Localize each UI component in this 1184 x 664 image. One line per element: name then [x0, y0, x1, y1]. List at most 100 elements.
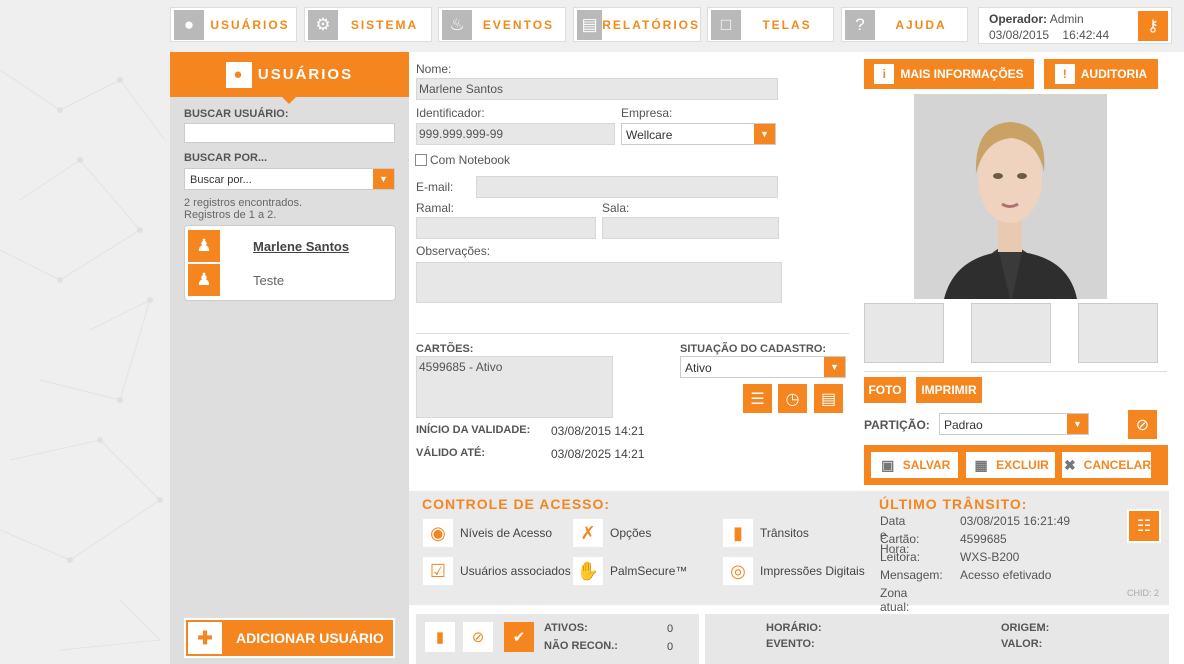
partition-value: Padrao	[944, 418, 983, 432]
nav-label: RELATÓRIOS	[602, 17, 700, 32]
ramal-field[interactable]	[416, 217, 596, 239]
partition-label: PARTIÇÃO:	[864, 418, 930, 432]
nav-eventos[interactable]: ♨ EVENTOS	[438, 7, 566, 42]
fingerprints-link[interactable]: ◎ Impressões Digitais	[723, 557, 865, 585]
more-info-label: MAIS INFORMAÇÕES	[900, 67, 1024, 81]
action-bar: ▣ SALVAR ▦ EXCLUIR ✖ CANCELAR	[864, 445, 1168, 485]
monitor-icon: □	[711, 9, 741, 40]
nav-sistema[interactable]: ⚙ SISTEMA	[304, 7, 432, 42]
audit-label: AUDITORIA	[1080, 67, 1148, 81]
hand-icon: ✋	[573, 557, 603, 585]
card-icon[interactable]: ☰	[741, 382, 774, 415]
chevron-down-icon[interactable]: ▼	[754, 124, 775, 144]
operator-time: 16:42:44	[1062, 28, 1110, 42]
searchby-label: BUSCAR POR...	[184, 152, 268, 164]
id-field[interactable]: 999.999.999-99	[416, 123, 615, 145]
sala-label: Sala:	[602, 201, 630, 215]
person-icon: ♟	[188, 230, 220, 262]
portrait-image	[914, 94, 1107, 299]
options-icon: ✗	[573, 519, 603, 547]
status-select[interactable]: Ativo ▼	[680, 356, 846, 378]
chevron-down-icon[interactable]: ▼	[1067, 414, 1088, 434]
access-item-label: PalmSecure™	[610, 564, 688, 578]
nav-usuarios[interactable]: ● USUÁRIOS	[170, 7, 297, 42]
sidebar-title: USUÁRIOS	[257, 66, 354, 83]
thumbnail-1[interactable]	[864, 303, 944, 363]
user-name[interactable]: Marlene Santos	[253, 239, 349, 254]
partition-select[interactable]: Padrao ▼	[939, 413, 1089, 435]
cancel-button[interactable]: ✖ CANCELAR	[1062, 452, 1151, 478]
speaker-check-icon[interactable]: ✔	[504, 622, 534, 652]
user-photo	[914, 94, 1107, 299]
search-label: BUSCAR USUÁRIO:	[184, 108, 289, 120]
event-label: EVENTO:	[766, 638, 815, 650]
options-link[interactable]: ✗ Opções	[573, 519, 651, 547]
photo-button[interactable]: FOTO	[864, 377, 906, 403]
chevron-down-icon[interactable]: ▼	[824, 357, 845, 377]
email-field[interactable]	[476, 176, 778, 198]
access-levels-link[interactable]: ◉ Níveis de Acesso	[423, 519, 552, 547]
nav-relatorios[interactable]: ▤ RELATÓRIOS	[573, 7, 701, 42]
unrec-value: 0	[667, 641, 674, 653]
header-notch	[282, 97, 296, 104]
operator-box: Operador: Admin 03/08/2015 16:42:44 ⚷	[978, 7, 1172, 44]
info-person-icon: i	[874, 64, 895, 84]
palmsecure-link[interactable]: ✋ PalmSecure™	[573, 557, 687, 585]
card-list-icon[interactable]: ▤	[812, 382, 845, 415]
close-icon: ✖	[1063, 456, 1076, 473]
access-item-label: Trânsitos	[760, 526, 809, 540]
user-name[interactable]: Teste	[253, 273, 284, 288]
key-icon[interactable]: ⚷	[1138, 11, 1168, 41]
associated-users-link[interactable]: ☑ Usuários associados	[423, 557, 571, 585]
bell-icon: ♨	[442, 9, 472, 40]
divider	[864, 371, 1167, 372]
id-label: Identificador:	[416, 106, 485, 120]
card-reader-icon[interactable]: ☷	[1127, 509, 1161, 543]
nav-ajuda[interactable]: ? AJUDA	[841, 7, 968, 42]
cards-list[interactable]: 4599685 - Ativo	[416, 356, 613, 418]
status-value: Ativo	[685, 361, 712, 375]
obs-field[interactable]	[416, 262, 782, 303]
chevron-down-icon[interactable]: ▼	[373, 169, 394, 189]
speaker-off-icon[interactable]: ⊘	[463, 622, 493, 652]
add-user-button[interactable]: ✚ ADICIONAR USUÁRIO	[184, 618, 395, 658]
delete-button[interactable]: ▦ EXCLUIR	[966, 452, 1055, 478]
user-block-icon[interactable]: ⊘	[1126, 408, 1159, 441]
last-transit-title: ÚLTIMO TRÂNSITO:	[879, 496, 1028, 512]
search-input[interactable]	[184, 123, 395, 143]
list-item[interactable]: ♟ Marlene Santos	[187, 229, 395, 263]
transits-link[interactable]: ▮ Trânsitos	[723, 519, 809, 547]
end-label: VÁLIDO ATÉ:	[416, 447, 486, 459]
audit-button[interactable]: ! AUDITORIA	[1044, 59, 1158, 89]
gear-icon: ⚙	[308, 9, 338, 40]
user-icon: ●	[225, 61, 252, 88]
calendar-clock-icon[interactable]: ◷	[776, 382, 809, 415]
more-info-button[interactable]: i MAIS INFORMAÇÕES	[864, 59, 1034, 89]
user-list: ♟ Marlene Santos ♟ Teste	[184, 225, 396, 301]
thumbnail-2[interactable]	[971, 303, 1051, 363]
result-range: Registros de 1 a 2.	[184, 209, 277, 221]
notebook-checkbox[interactable]	[415, 154, 427, 166]
unrec-label: NÃO RECON.:	[544, 640, 618, 652]
list-item[interactable]: ♟ Teste	[187, 263, 395, 297]
divider	[416, 333, 849, 334]
name-label: Nome:	[416, 62, 452, 76]
name-field[interactable]: Marlene Santos	[416, 78, 778, 100]
time-label: HORÁRIO:	[766, 622, 822, 634]
delete-label: EXCLUIR	[996, 458, 1049, 472]
searchby-select[interactable]: Buscar por... ▼	[184, 168, 395, 190]
save-button[interactable]: ▣ SALVAR	[871, 452, 958, 478]
speaker-icon[interactable]: ▮	[425, 622, 455, 652]
print-button[interactable]: IMPRIMIR	[916, 377, 982, 403]
operator-date: 03/08/2015	[989, 28, 1050, 42]
origin-label: ORIGEM:	[1001, 622, 1050, 634]
thumbnail-3[interactable]	[1078, 303, 1158, 363]
nav-label: USUÁRIOS	[210, 17, 290, 32]
associated-users-icon: ☑	[423, 557, 453, 585]
start-label: INÍCIO DA VALIDADE:	[416, 424, 531, 436]
result-count: 2 registros encontrados.	[184, 197, 303, 209]
sala-field[interactable]	[602, 217, 779, 239]
access-item-label: Usuários associados	[460, 564, 571, 578]
company-select[interactable]: Wellcare ▼	[621, 123, 776, 145]
nav-telas[interactable]: □ TELAS	[707, 7, 834, 42]
